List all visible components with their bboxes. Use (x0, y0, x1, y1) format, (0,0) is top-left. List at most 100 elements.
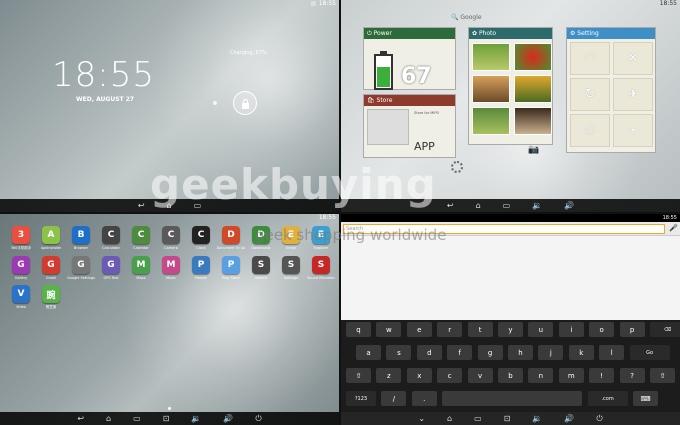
store-widget-title: 🛍 Store (364, 95, 455, 106)
app-icon-item[interactable]: G Google Settings (66, 256, 96, 280)
keyboard-key[interactable]: u (528, 322, 554, 337)
keyboard-key[interactable]: m (558, 368, 584, 383)
back-icon[interactable]: ↩ (77, 414, 84, 423)
keyboard-key[interactable]: a (356, 345, 381, 360)
app-icon-item[interactable]: 3 360手机助手 (6, 226, 36, 251)
setting-widget[interactable]: ⚙ Setting ◠ ✕ ↻ ✈ ⏻ + (566, 27, 656, 153)
back-icon[interactable]: ↩ (138, 201, 145, 210)
app-icon-item[interactable]: V Video (6, 285, 36, 310)
keyboard-key[interactable]: / (381, 391, 407, 406)
photo-thumb[interactable] (514, 107, 552, 135)
power-widget[interactable]: ⏻ Power 67 (363, 27, 456, 90)
app-icon-item[interactable]: P Play Store (216, 256, 246, 280)
keyboard-key[interactable]: e (406, 322, 432, 337)
keyboard-key[interactable]: Go (629, 345, 670, 360)
photo-thumb[interactable] (472, 107, 510, 135)
keyboard-key[interactable]: c (437, 368, 463, 383)
app-icon-item[interactable]: 豌豌豆荚 (36, 285, 66, 310)
keyboard-key[interactable]: b (498, 368, 523, 383)
keyboard-key[interactable]: z (376, 368, 402, 383)
photo-thumb[interactable] (472, 75, 510, 103)
microphone-icon[interactable]: 🎤 (669, 224, 678, 232)
screenshot-icon[interactable]: ⊡ (504, 414, 511, 423)
keyboard-key[interactable]: ⌨ (633, 391, 658, 406)
app-icon-item[interactable]: M Music (156, 256, 186, 280)
keyboard-key[interactable]: . (411, 391, 437, 406)
keyboard-key[interactable]: q (346, 322, 371, 337)
keyboard-key[interactable]: .com (587, 391, 628, 406)
app-icon-item[interactable]: A ApkInstaller (36, 226, 66, 251)
recents-icon[interactable]: ▭ (474, 414, 482, 423)
keyboard-key[interactable]: d (416, 345, 442, 360)
app-icon-item[interactable]: C Clock (186, 226, 216, 251)
recents-icon[interactable]: ▭ (503, 201, 511, 210)
app-icon-item[interactable]: C Calendar (126, 226, 156, 251)
home-icon[interactable]: ⌂ (476, 201, 481, 210)
keyboard-key[interactable]: n (528, 368, 554, 383)
volume-down-icon[interactable]: 🔉 (191, 414, 201, 423)
volume-up-icon[interactable]: 🔊 (223, 414, 233, 423)
keyboard-key[interactable]: g (477, 345, 503, 360)
recents-icon[interactable]: ▭ (133, 414, 141, 423)
google-search[interactable]: 🔍 Google (451, 14, 482, 21)
home-icon[interactable]: ⌂ (447, 414, 452, 423)
keyboard-key[interactable]: k (568, 345, 594, 360)
camera-icon[interactable]: 📷 (528, 145, 539, 155)
back-icon[interactable]: ↩ (447, 201, 454, 210)
photo-thumb[interactable] (514, 75, 552, 103)
keyboard-key[interactable]: l (599, 345, 625, 360)
app-icon-item[interactable]: G Gallery (6, 256, 36, 280)
app-icon-item[interactable]: M Maps (126, 256, 156, 280)
photo-widget[interactable]: ✿ Photo (468, 27, 553, 145)
app-icon-item[interactable]: P People (186, 256, 216, 280)
keyboard-key[interactable]: j (538, 345, 564, 360)
mute-icon[interactable]: ✕ (613, 42, 653, 75)
volume-up-icon[interactable]: 🔊 (564, 414, 574, 423)
power-menu-icon[interactable]: ⏻ (596, 414, 602, 423)
power-icon[interactable]: ⏻ (570, 114, 610, 147)
keyboard-key[interactable]: ! (589, 368, 615, 383)
add-icon[interactable]: + (613, 114, 653, 147)
keyboard-key[interactable]: w (376, 322, 402, 337)
keyboard-key[interactable]: r (437, 322, 463, 337)
lock-icon[interactable] (233, 91, 257, 115)
power-menu-icon[interactable]: ⏻ (255, 414, 261, 423)
keyboard-key[interactable]: f (447, 345, 473, 360)
app-icon-item[interactable]: D Document To Go (216, 226, 246, 251)
keyboard-key[interactable]: v (467, 368, 493, 383)
rotate-icon[interactable]: ↻ (570, 78, 610, 111)
keyboard-key[interactable]: ?123 (346, 391, 376, 406)
keyboard-key[interactable]: t (467, 322, 493, 337)
keyboard-key[interactable]: p (619, 322, 645, 337)
photo-thumb[interactable] (472, 43, 510, 71)
photo-thumb[interactable] (514, 43, 552, 71)
app-icon-item[interactable]: C Calculator (96, 226, 126, 251)
wifi-icon[interactable]: ◠ (570, 42, 610, 75)
screenshot-icon[interactable]: ⊡ (163, 414, 170, 423)
app-icon-item[interactable]: B Browser (66, 226, 96, 251)
app-icon-item[interactable]: G Gmail (36, 256, 66, 280)
home-icon[interactable]: ⌂ (106, 414, 111, 423)
keyboard-key[interactable]: ⇧ (346, 368, 371, 383)
keyboard-key[interactable]: i (558, 322, 584, 337)
keyboard-key[interactable]: y (498, 322, 523, 337)
app-icon-item[interactable]: S Sound Recorder (306, 256, 336, 280)
app-icon-item[interactable]: S Search (246, 256, 276, 280)
keyboard-key[interactable]: h (508, 345, 533, 360)
volume-down-icon[interactable]: 🔉 (532, 201, 542, 210)
airplane-icon[interactable]: ✈ (613, 78, 653, 111)
app-icon-item[interactable]: G GPS Test (96, 256, 126, 280)
space-key[interactable] (442, 391, 583, 406)
keyboard-key[interactable]: x (406, 368, 432, 383)
store-widget[interactable]: 🛍 Store Store for MIPO APP (363, 94, 456, 158)
volume-down-icon[interactable]: 🔉 (532, 414, 542, 423)
keyboard-key[interactable]: ⇧ (650, 368, 675, 383)
keyboard-key[interactable]: o (589, 322, 615, 337)
app-icon-item[interactable]: C Camera (156, 226, 186, 251)
keyboard-key[interactable]: s (386, 345, 412, 360)
app-icon-item[interactable]: S Settings (276, 256, 306, 280)
keyboard-key[interactable]: ? (619, 368, 645, 383)
keyboard-key[interactable]: ⌫ (650, 322, 680, 337)
volume-up-icon[interactable]: 🔊 (564, 201, 574, 210)
keyboard-hide-icon[interactable]: ⌄ (418, 414, 425, 423)
